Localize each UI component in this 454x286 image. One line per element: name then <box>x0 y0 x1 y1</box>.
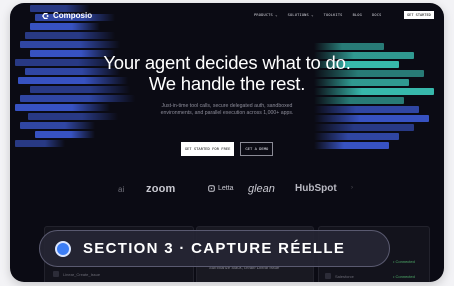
logo-zoom: zoom <box>146 183 176 195</box>
tool-icon <box>53 271 59 277</box>
glow-bar <box>35 131 95 138</box>
glow-bar <box>314 133 399 140</box>
hero-cta-row: GET STARTED FOR FREE GET A DEMO <box>10 142 444 156</box>
hero-subtitle-line1: Just-in-time tool calls, secure delegate… <box>161 103 293 109</box>
get-demo-button[interactable]: GET A DEMO <box>240 142 274 156</box>
letta-icon <box>208 185 215 192</box>
record-dot-icon <box>55 241 71 257</box>
hero-subtitle-line2: environments, and parallel execution acr… <box>160 110 294 116</box>
glow-bar <box>314 43 384 50</box>
hero-title: Your agent decides what to do. We handle… <box>10 52 444 94</box>
preview-tool-name: Linear_Create_Issue <box>63 272 101 277</box>
logo-ai: ai <box>118 185 125 194</box>
salesforce-icon <box>325 273 331 279</box>
section-label-pill: SECTION 3 · CAPTURE RÉELLE <box>39 230 390 267</box>
top-nav: Composio PRODUCTS ⌄ SOLUTIONS ⌄ TOOLKITS… <box>10 10 444 26</box>
glow-bar <box>20 95 135 102</box>
hero-title-line1: Your agent decides what to do. <box>103 52 351 73</box>
section-label: SECTION 3 · CAPTURE RÉELLE <box>83 240 346 257</box>
glow-bar <box>314 124 414 131</box>
nav-blog[interactable]: BLOG <box>353 13 362 17</box>
glow-bar <box>20 122 95 129</box>
composio-logo-icon <box>42 12 49 19</box>
nav-solutions[interactable]: SOLUTIONS ⌄ <box>288 13 314 17</box>
hero-title-line2: We handle the rest. <box>148 73 306 94</box>
hero-subtitle: Just-in-time tool calls, secure delegate… <box>10 103 444 117</box>
logo-glean: glean <box>248 183 275 195</box>
preview-app-name: Salesforce <box>335 274 354 279</box>
get-started-nav-button[interactable]: GET STARTED <box>404 11 434 19</box>
nav-products[interactable]: PRODUCTS ⌄ <box>254 13 278 17</box>
logo-letta-text: Letta <box>218 185 234 192</box>
logos-more-icon: › <box>351 185 353 191</box>
glow-bar <box>20 41 120 48</box>
brand-name: Composio <box>53 11 93 20</box>
customer-logos: ai zoom Letta glean HubSpot › <box>10 181 444 197</box>
preview-status-2: • Connected <box>393 274 415 279</box>
logo-hubspot: HubSpot <box>295 183 337 194</box>
composio-logo[interactable]: Composio <box>42 11 92 20</box>
preview-status-1: • Connected <box>393 259 415 264</box>
nav-toolkits[interactable]: TOOLKITS <box>324 13 343 17</box>
nav-links: PRODUCTS ⌄ SOLUTIONS ⌄ TOOLKITS BLOG DOC… <box>254 13 382 17</box>
browser-screenshot: Composio PRODUCTS ⌄ SOLUTIONS ⌄ TOOLKITS… <box>10 3 444 282</box>
logo-letta: Letta <box>208 185 234 192</box>
nav-docs[interactable]: DOCS <box>372 13 381 17</box>
glow-bar <box>25 32 115 39</box>
get-started-free-button[interactable]: GET STARTED FOR FREE <box>180 142 235 156</box>
